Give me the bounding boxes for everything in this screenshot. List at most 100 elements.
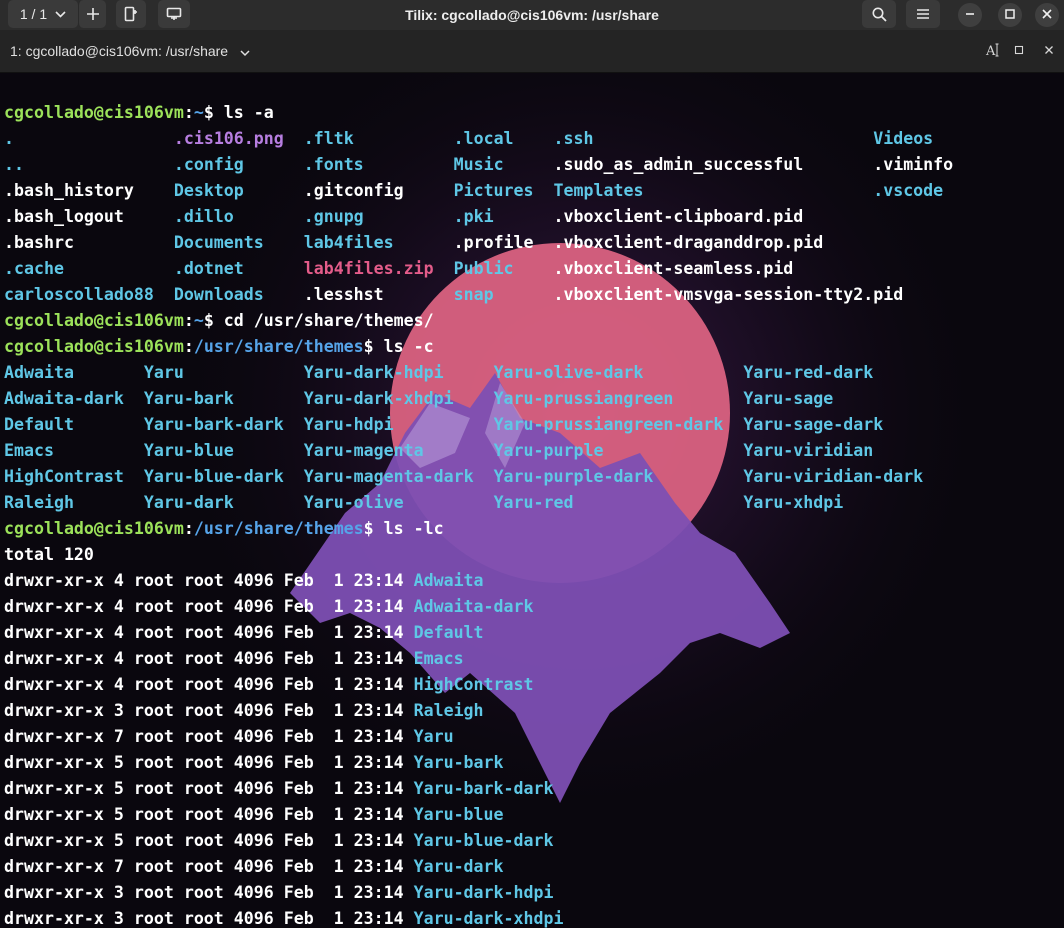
terminal-line: Default Yaru-bark-dark Yaru-hdpi Yaru-pr…	[4, 412, 953, 438]
terminal-text: .fltk	[303, 129, 354, 148]
terminal-line: . .cis106.png .fltk .local .ssh Videos	[4, 126, 953, 152]
terminal-text: carloscollado88	[4, 285, 154, 304]
terminal-text: .cis106.png	[173, 129, 284, 148]
add-terminal-button[interactable]	[78, 0, 106, 28]
terminal-text: drwxr-xr-x 5 root root 4096 Feb 1 23:14	[4, 805, 414, 824]
read-only-toggle[interactable]: A	[982, 40, 1004, 62]
terminal-line: drwxr-xr-x 5 root root 4096 Feb 1 23:14 …	[4, 776, 953, 802]
terminal-text: Raleigh	[413, 701, 484, 720]
terminal-text: Emacs	[4, 441, 54, 460]
search-button[interactable]	[862, 0, 896, 28]
terminal-line: Emacs Yaru-blue Yaru-magenta Yaru-purple…	[4, 438, 953, 464]
terminal-text: Adwaita-dark	[4, 389, 124, 408]
terminal-text: snap	[453, 285, 494, 304]
header-bar: 1 / 1 Tilix: cgcollado@cis106vm: /usr/sh…	[0, 0, 1064, 31]
terminal-text: Yaru-viridian	[743, 441, 874, 460]
terminal-text: Yaru-sage-dark	[743, 415, 884, 434]
terminal-text: Yaru-sage	[743, 389, 834, 408]
terminal-text: :	[183, 337, 194, 356]
terminal-line: cgcollado@cis106vm:~$ ls -a	[4, 100, 953, 126]
terminal-text: Yaru-bark-dark	[413, 779, 554, 798]
terminal-line: HighContrast Yaru-blue-dark Yaru-magenta…	[4, 464, 953, 490]
terminal-line: drwxr-xr-x 4 root root 4096 Feb 1 23:14 …	[4, 568, 953, 594]
terminal-text: $ ls -c	[363, 337, 434, 356]
search-icon	[872, 7, 887, 22]
terminal-view[interactable]: cgcollado@cis106vm:~$ ls -a. .cis106.png…	[0, 73, 1064, 928]
terminal-text: .profile	[453, 233, 534, 252]
terminal-text: .bash_logout	[4, 207, 124, 226]
terminal-line: drwxr-xr-x 4 root root 4096 Feb 1 23:14 …	[4, 594, 953, 620]
terminal-line: drwxr-xr-x 5 root root 4096 Feb 1 23:14 …	[4, 802, 953, 828]
terminal-text: .gitconfig	[303, 181, 404, 200]
terminal-text: drwxr-xr-x 3 root root 4096 Feb 1 23:14	[4, 909, 414, 928]
session-title-button[interactable]: 1: cgcollado@cis106vm: /usr/share	[10, 30, 250, 72]
terminal-line: total 120	[4, 542, 953, 568]
terminal-text: .bashrc	[4, 233, 74, 252]
terminal-text: Yaru-olive	[303, 493, 404, 512]
a-cursor-icon: A	[985, 42, 1001, 61]
terminal-line: Adwaita Yaru Yaru-dark-hdpi Yaru-olive-d…	[4, 360, 953, 386]
terminal-text: drwxr-xr-x 4 root root 4096 Feb 1 23:14	[4, 649, 414, 668]
terminal-line: drwxr-xr-x 3 root root 4096 Feb 1 23:14 …	[4, 698, 953, 724]
terminal-line: cgcollado@cis106vm:/usr/share/themes$ ls…	[4, 334, 953, 360]
terminal-text: .vboxclient-vmsvga-session-tty2.pid	[553, 285, 904, 304]
menu-button[interactable]	[906, 0, 940, 28]
terminal-text: Yaru-blue-dark	[413, 831, 554, 850]
close-terminal-button[interactable]	[1038, 40, 1060, 62]
terminal-text: .sudo_as_admin_successful	[553, 155, 804, 174]
terminal-text: /usr/share/themes	[193, 337, 364, 356]
terminal-line: carloscollado88 Downloads .lesshst snap …	[4, 282, 953, 308]
terminal-text: Yaru-dark-hdpi	[303, 363, 444, 382]
new-session-button[interactable]	[116, 0, 146, 28]
terminal-text: .dotnet	[173, 259, 244, 278]
terminal-text: drwxr-xr-x 4 root root 4096 Feb 1 23:14	[4, 623, 414, 642]
maximize-terminal-button[interactable]	[1008, 40, 1030, 62]
terminal-text: .pki	[453, 207, 494, 226]
terminal-text: .	[4, 129, 14, 148]
session-switcher-button[interactable]: 1 / 1	[8, 0, 78, 28]
terminal-text: lab4files	[303, 233, 394, 252]
terminal-line: .bash_logout .dillo .gnupg .pki .vboxcli…	[4, 204, 953, 230]
terminal-text: Yaru-blue	[413, 805, 504, 824]
terminal-text: drwxr-xr-x 7 root root 4096 Feb 1 23:14	[4, 727, 414, 746]
terminal-text: drwxr-xr-x 3 root root 4096 Feb 1 23:14	[4, 701, 414, 720]
minimize-button[interactable]	[958, 3, 982, 27]
terminal-text: Yaru-prussiangreen	[493, 389, 674, 408]
terminal-line: drwxr-xr-x 5 root root 4096 Feb 1 23:14 …	[4, 750, 953, 776]
terminal-text: cgcollado@cis106vm	[4, 103, 184, 122]
close-window-button[interactable]	[1035, 3, 1059, 27]
save-output-button[interactable]	[158, 0, 190, 28]
plus-icon	[86, 7, 100, 21]
terminal-text: Yaru-red	[493, 493, 574, 512]
terminal-text: .gnupg	[303, 207, 364, 226]
new-session-icon	[124, 6, 138, 22]
terminal-text: Yaru-viridian-dark	[743, 467, 924, 486]
terminal-text: Downloads	[173, 285, 264, 304]
maximize-button[interactable]	[998, 3, 1022, 27]
